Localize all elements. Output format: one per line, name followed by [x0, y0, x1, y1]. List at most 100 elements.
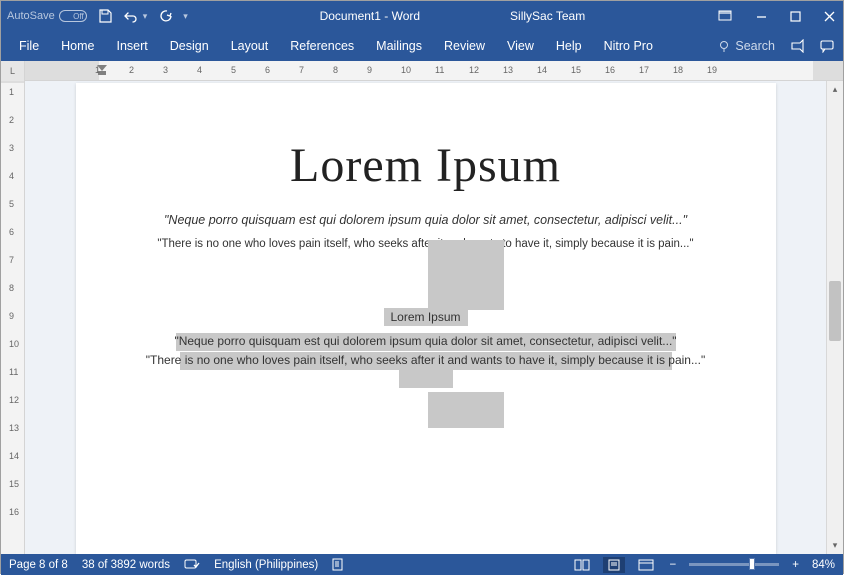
- read-mode-icon[interactable]: [571, 557, 593, 573]
- lightbulb-icon: [718, 40, 731, 53]
- ruler-v-tick: 3: [9, 143, 14, 153]
- scrollbar-vertical[interactable]: ▴ ▾: [826, 81, 843, 554]
- ruler-top-margin: [1, 81, 24, 83]
- zoom-thumb[interactable]: [749, 558, 755, 570]
- zoom-percent[interactable]: 84%: [812, 559, 835, 571]
- heading-1[interactable]: Lorem Ipsum: [116, 138, 736, 193]
- statusbar: Page 8 of 8 38 of 3892 words English (Ph…: [1, 554, 843, 575]
- tab-help[interactable]: Help: [546, 33, 592, 59]
- print-layout-icon[interactable]: [603, 557, 625, 573]
- status-right: − + 84%: [571, 557, 835, 573]
- window-controls: [753, 8, 837, 24]
- tab-layout[interactable]: Layout: [221, 33, 279, 59]
- body-line-1[interactable]: "Neque porro quisquam est qui dolorem ip…: [116, 332, 736, 351]
- user-name: SillySac Team: [510, 9, 585, 23]
- zoom-out-icon[interactable]: −: [667, 559, 680, 571]
- ruler-vertical[interactable]: 12345678910111213141516: [1, 81, 25, 554]
- search-label: Search: [735, 39, 775, 53]
- ruler-v-tick: 12: [9, 395, 19, 405]
- ruler-h-tick: 6: [265, 65, 270, 75]
- tab-insert[interactable]: Insert: [107, 33, 158, 59]
- ruler-h-tick: 9: [367, 65, 372, 75]
- titlebar: AutoSave Off ▾ ▾ Document1 - Word SillyS…: [1, 1, 843, 31]
- autosave-switch[interactable]: Off: [59, 10, 87, 22]
- selection-block-top: [428, 240, 504, 310]
- undo-icon[interactable]: [123, 8, 139, 24]
- zoom-in-icon[interactable]: +: [789, 559, 802, 571]
- ruler-h-tick: 1: [95, 65, 100, 75]
- ruler-v-tick: 5: [9, 199, 14, 209]
- subtitle-italic[interactable]: "Neque porro quisquam est qui dolorem ip…: [116, 211, 736, 230]
- accessibility-icon[interactable]: [332, 558, 347, 571]
- ruler-v-tick: 4: [9, 171, 14, 181]
- ruler-v-tick: 9: [9, 311, 14, 321]
- search-box[interactable]: Search: [718, 39, 775, 53]
- ruler-v-tick: 10: [9, 339, 19, 349]
- ruler-v-tick: 8: [9, 283, 14, 293]
- ruler-h-tick: 19: [707, 65, 717, 75]
- web-layout-icon[interactable]: [635, 557, 657, 573]
- ruler-h-tick: 3: [163, 65, 168, 75]
- ruler-h-tick: 15: [571, 65, 581, 75]
- ribbon-display-icon[interactable]: [717, 8, 733, 24]
- ruler-h-tick: 12: [469, 65, 479, 75]
- tab-review[interactable]: Review: [434, 33, 495, 59]
- subtitle-plain[interactable]: "There is no one who loves pain itself, …: [116, 238, 736, 250]
- selection-block-bottom: [428, 392, 504, 428]
- ruler-v-tick: 1: [9, 87, 14, 97]
- small-heading[interactable]: Lorem Ipsum: [116, 310, 736, 324]
- minimize-icon[interactable]: [753, 8, 769, 24]
- ruler-v-tick: 13: [9, 423, 19, 433]
- page[interactable]: Lorem Ipsum "Neque porro quisquam est qu…: [76, 83, 776, 554]
- tab-design[interactable]: Design: [160, 33, 219, 59]
- ruler-h-tick: 5: [231, 65, 236, 75]
- ruler-corner[interactable]: L: [1, 61, 25, 81]
- ruler-h-track[interactable]: 12345678910111213141516171819: [25, 61, 843, 80]
- ruler-h-ticks: 12345678910111213141516171819: [95, 61, 823, 80]
- ruler-left-margin: [25, 61, 99, 80]
- status-words[interactable]: 38 of 3892 words: [82, 559, 170, 571]
- ruler-v-tick: 2: [9, 115, 14, 125]
- ruler-h-tick: 7: [299, 65, 304, 75]
- tab-view[interactable]: View: [497, 33, 544, 59]
- scroll-down-icon[interactable]: ▾: [827, 537, 843, 554]
- ruler-h-tick: 2: [129, 65, 134, 75]
- ruler-h-tick: 17: [639, 65, 649, 75]
- tab-references[interactable]: References: [280, 33, 364, 59]
- status-page[interactable]: Page 8 of 8: [9, 559, 68, 571]
- document-area[interactable]: Lorem Ipsum "Neque porro quisquam est qu…: [25, 81, 826, 554]
- ruler-h-tick: 14: [537, 65, 547, 75]
- ruler-v-tick: 16: [9, 507, 19, 517]
- redo-icon[interactable]: [157, 8, 173, 24]
- ruler-h-tick: 11: [435, 65, 444, 75]
- tab-file[interactable]: File: [9, 33, 49, 59]
- maximize-icon[interactable]: [787, 8, 803, 24]
- body-line-2[interactable]: "There is no one who loves pain itself, …: [116, 351, 736, 370]
- zoom-slider[interactable]: [689, 563, 779, 566]
- save-icon[interactable]: [97, 8, 113, 24]
- ruler-h-tick: 16: [605, 65, 615, 75]
- close-icon[interactable]: [821, 8, 837, 24]
- ruler-h-tick: 4: [197, 65, 202, 75]
- share-icon[interactable]: [789, 38, 805, 54]
- autosave-label: AutoSave: [7, 10, 55, 22]
- selection-hl: [399, 370, 453, 388]
- tab-mailings[interactable]: Mailings: [366, 33, 432, 59]
- undo-dropdown-icon[interactable]: ▾: [143, 11, 148, 22]
- comments-icon[interactable]: [819, 38, 835, 54]
- tab-home[interactable]: Home: [51, 33, 104, 59]
- spellcheck-icon[interactable]: [184, 558, 200, 571]
- status-language[interactable]: English (Philippines): [214, 559, 318, 571]
- autosave-toggle[interactable]: AutoSave Off: [7, 10, 87, 22]
- ruler-h-tick: 13: [503, 65, 513, 75]
- ruler-v-tick: 14: [9, 451, 19, 461]
- tab-nitro-pro[interactable]: Nitro Pro: [594, 33, 663, 59]
- ruler-h-tick: 10: [401, 65, 411, 75]
- scroll-up-icon[interactable]: ▴: [827, 81, 843, 98]
- ruler-h-tick: 18: [673, 65, 683, 75]
- workspace: 12345678910111213141516 Lorem Ipsum "Neq…: [1, 81, 843, 554]
- ruler-h-tick: 8: [333, 65, 338, 75]
- title-center: Document1 - Word SillySac Team: [188, 9, 717, 23]
- scroll-thumb[interactable]: [829, 281, 841, 341]
- ruler-horizontal[interactable]: L 12345678910111213141516171819: [1, 61, 843, 81]
